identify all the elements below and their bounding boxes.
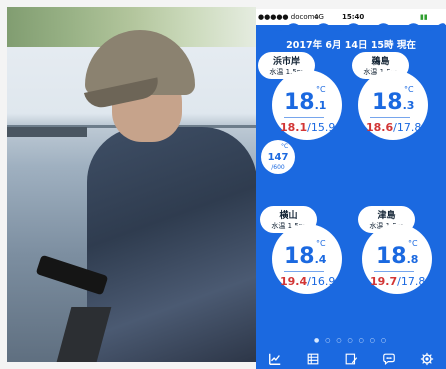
edit-tab[interactable] <box>339 351 363 367</box>
battery-icon: ▮▮ <box>420 13 428 21</box>
station-card-2[interactable]: 鵜島 水温 1.5m °C 18.3 18.6/17.8 <box>352 52 444 152</box>
temp-value-4: 18.8 <box>376 244 419 269</box>
tab-bar <box>256 349 446 369</box>
chat-tab[interactable] <box>377 351 401 367</box>
wave-divider <box>256 23 446 33</box>
high-low-1: 18.1/15.9 <box>280 121 336 134</box>
temp-value-1: 18.1 <box>284 90 327 115</box>
high-low-4: 19.7/17.8 <box>370 275 426 288</box>
carrier: ●●●●● docomo <box>258 13 319 21</box>
station-card-1[interactable]: 浜市岸 水温 1.5m °C 18.1 18.1/15.9 <box>258 52 348 152</box>
high-low-3: 19.4/16.9 <box>280 275 336 288</box>
clock: 15:40 <box>342 13 365 21</box>
list-tab[interactable] <box>301 351 325 367</box>
list-icon <box>307 353 319 365</box>
fisherman-photo <box>7 7 256 362</box>
mini-indicator[interactable]: °C 147 /600 <box>261 140 295 174</box>
high-low-2: 18.6/17.8 <box>366 121 422 134</box>
temp-value-2: 18.3 <box>372 90 415 115</box>
station-card-3[interactable]: 横山 水温 1.5m °C 18.4 19.4/16.9 <box>258 206 348 306</box>
chat-icon <box>383 353 395 366</box>
chart-tab[interactable] <box>263 351 287 367</box>
station-card-4[interactable]: 津島 水温 1.5m °C 18.8 19.7/17.8 <box>352 206 444 306</box>
edit-icon <box>345 353 358 365</box>
temp-value-3: 18.4 <box>284 244 327 269</box>
person-jacket <box>87 127 256 362</box>
chart-icon <box>269 353 281 365</box>
app-screen: ●●●●● docomo 4G 15:40 ▮▮ 2017年 6月 14日 15… <box>256 9 446 369</box>
settings-tab[interactable] <box>415 351 439 367</box>
settings-icon <box>420 352 434 366</box>
page-indicator[interactable]: ● ○ ○ ○ ○ ○ ○ <box>256 337 446 344</box>
network: 4G <box>314 13 324 21</box>
date-time: 2017年 6月 14日 15時 現在 <box>286 40 416 51</box>
shoreline <box>7 127 87 137</box>
